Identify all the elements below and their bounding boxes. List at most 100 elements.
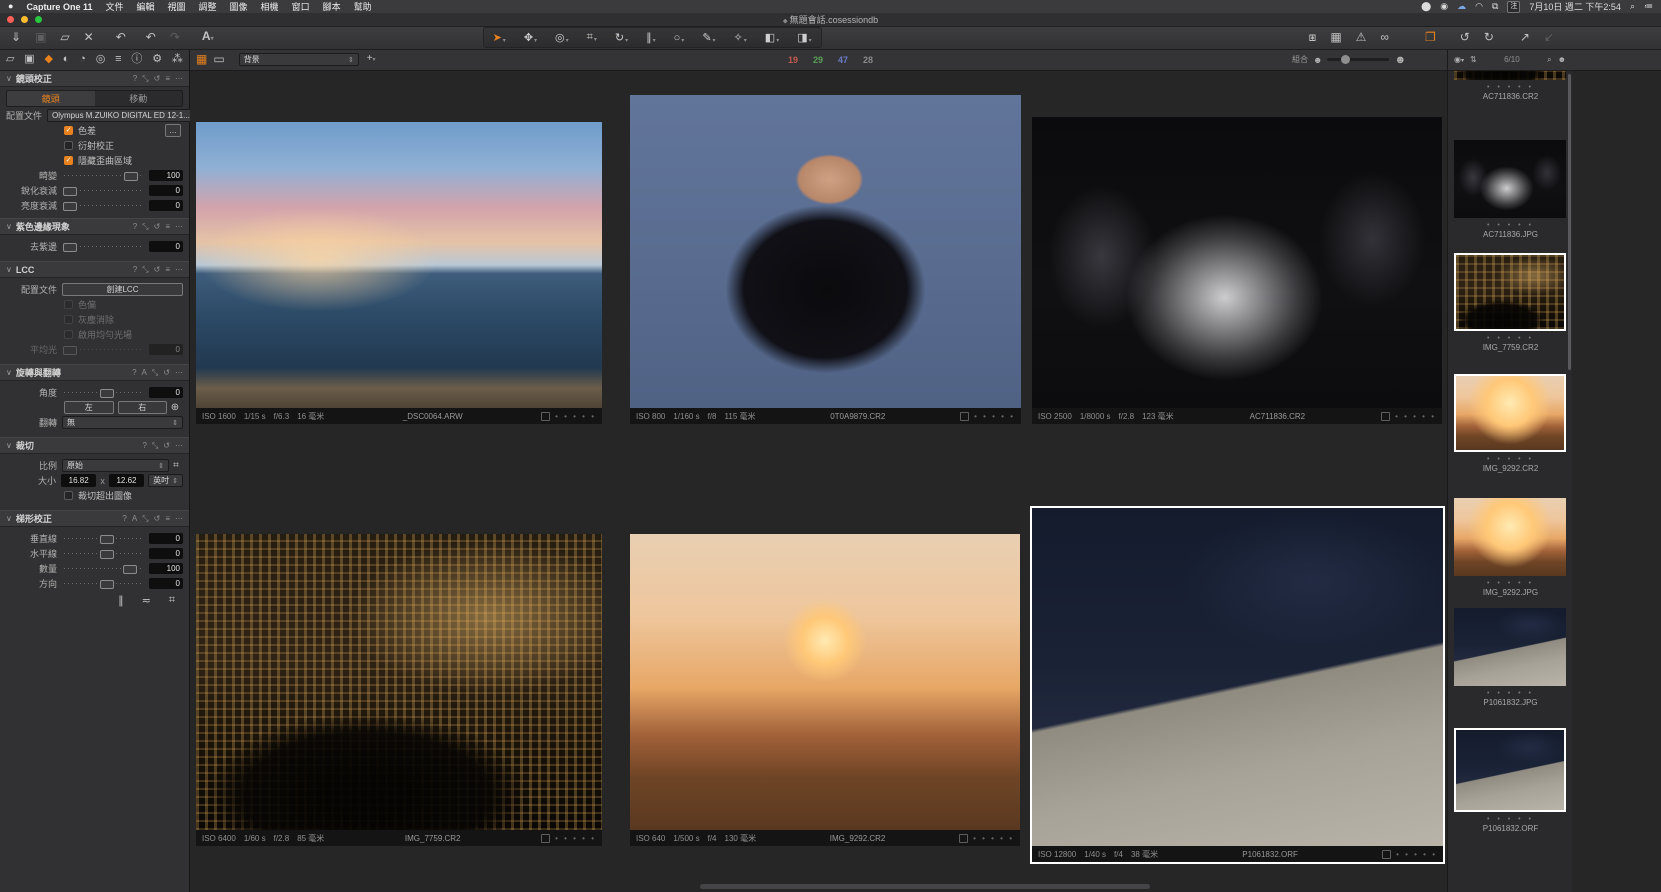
collapse-chevron-icon[interactable]: ∨ [6,514,12,523]
straighten-tool-icon[interactable]: ↻▾ [606,31,637,44]
filmstrip-item-selected[interactable]: • • • • • IMG_7759.CR2 [1448,253,1572,353]
crop-ratio-select[interactable]: 原始⇕ [62,459,169,472]
photo-cell[interactable]: ISO 16001/15 sf/6.316 毫米 _DSC0064.ARW • … [196,122,602,424]
white-balance-picker-icon[interactable]: ✧▾ [725,31,756,44]
uniform-light-value[interactable]: 0 [149,344,183,355]
annotations-icon[interactable]: ⧆ [1302,26,1324,49]
rotate-ccw-icon[interactable]: ↺ [1453,26,1477,49]
copy-adjustments-icon[interactable]: ⤡ [152,441,158,451]
import-icon[interactable]: ⇓ [4,26,28,49]
keystone-horizontal-tool-icon[interactable]: ≂ [142,594,151,607]
filmstrip-item-selected[interactable]: • • • • • IMG_9292.CR2 [1448,374,1572,474]
distortion-value[interactable]: 100 [149,170,183,181]
sort-icon[interactable]: ⇅ [1470,55,1477,64]
workflow-tab-icon[interactable]: ⁂ [172,48,183,71]
reset-icon[interactable]: ↺ [154,514,161,524]
reset-icon[interactable]: ↺ [154,222,161,232]
filter-eye-icon[interactable]: ◉▾ [1454,55,1464,64]
distortion-slider[interactable] [62,169,144,182]
keystone-direction-value[interactable]: 0 [149,578,183,589]
styles-icon[interactable]: A▾ [195,25,221,51]
wifi-icon[interactable]: ◠ [1475,0,1483,13]
delete-icon[interactable]: ✕ [77,26,101,49]
keystone-horizontal-slider[interactable] [62,547,144,560]
flip-select[interactable]: 無⇕ [62,416,183,429]
more-icon[interactable]: ⋯ [175,265,183,275]
menu-adjust[interactable]: 調整 [199,0,217,13]
straighten-crosshair-icon[interactable]: ⊕ [167,402,183,413]
help-icon[interactable]: ? [133,74,137,84]
pan-tool-icon[interactable]: ✥▾ [515,31,546,44]
photo-thumbnail-martial-arts[interactable] [1032,117,1442,408]
edit-checkbox[interactable] [1382,850,1391,859]
count-red[interactable]: 19 [788,55,798,65]
presets-icon[interactable]: ≡ [165,514,170,524]
rating-dots[interactable]: • • • • • [1395,412,1436,421]
presets-icon[interactable]: ≡ [165,74,170,84]
photo-cell[interactable]: ISO 25001/8000 sf/2.8123 毫米 AC711836.CR2… [1032,117,1442,424]
more-icon[interactable]: ⋯ [175,514,183,524]
redo-icon[interactable]: ↷ [163,26,187,49]
presets-icon[interactable]: ≡ [165,222,170,232]
edit-checkbox[interactable] [960,412,969,421]
rating-dots[interactable]: • • • • • [1448,334,1572,343]
count-green[interactable]: 29 [813,55,823,65]
exposure-tab-icon[interactable]: ◔ [79,48,86,71]
photo-cell[interactable]: ISO 64001/60 sf/2.885 毫米 IMG_7759.CR2 • … [196,534,602,846]
heal-tool-icon[interactable]: ✎▾ [693,31,724,44]
select-tool-icon[interactable]: ➤▾ [484,31,515,44]
help-icon[interactable]: ? [132,368,136,378]
keystone-amount-value[interactable]: 100 [149,563,183,574]
grid-view-icon[interactable]: ▦ [196,48,207,71]
crop-height-field[interactable]: 12.62 [109,474,144,487]
filmstrip-item[interactable]: • • • • • P1061832.JPG [1448,608,1572,708]
edit-checkbox[interactable] [541,834,550,843]
horizontal-scrollbar[interactable] [700,884,1150,889]
menu-script[interactable]: 腳本 [323,0,341,13]
lens-tab-icon[interactable]: ◆ [45,48,53,71]
reset-icon[interactable]: ↺ [154,74,161,84]
checkbox-crop-outside-image[interactable] [64,491,73,500]
copy-adjustments-icon[interactable]: ⤡ [142,514,148,524]
rating-dots[interactable]: • • • • • [1448,455,1572,464]
crop-unit-select[interactable]: 英吋⇕ [148,474,183,487]
browser-toggle-icon[interactable]: ❐ [1418,26,1443,49]
copy-adjustments-icon[interactable]: ⤡ [142,265,148,275]
more-icon[interactable]: ⋯ [175,74,183,84]
status-app-icon[interactable]: ⬤ [1421,0,1431,13]
photo-cell[interactable]: ISO 6401/500 sf/4130 毫米 IMG_9292.CR2 • •… [630,534,1020,846]
metadata-tab-icon[interactable]: ≡ [115,48,121,71]
collapse-chevron-icon[interactable]: ∨ [6,265,12,274]
loupe-tool-icon[interactable]: ◎▾ [546,31,578,44]
analyze-button[interactable]: … [165,124,181,137]
copy-adjustments-icon[interactable]: ⤡ [142,74,148,84]
uniform-light-slider[interactable] [62,343,144,356]
thumbnail-size-slider[interactable] [1327,58,1389,61]
checkbox-diffraction-correction[interactable] [64,141,73,150]
section-keystone[interactable]: ∨ 梯形校正 ?A⤡↺≡⋯ [0,510,189,527]
keystone-direction-slider[interactable] [62,577,144,590]
settings-tab-icon[interactable]: ⚙ [152,48,162,71]
menu-image[interactable]: 圖像 [230,0,248,13]
edit-checkbox[interactable] [541,412,550,421]
menu-camera[interactable]: 相機 [261,0,279,13]
defringe-value[interactable]: 0 [149,241,183,252]
menu-view[interactable]: 視圖 [168,0,186,13]
output-icon[interactable]: ▱ [53,26,76,49]
add-collection-button[interactable]: +▾ [365,47,378,72]
single-view-icon[interactable]: ▭ [213,48,224,71]
count-blue[interactable]: 47 [838,55,848,65]
checkbox-dust-removal[interactable] [64,315,73,324]
help-icon[interactable]: ? [122,514,126,524]
checkbox-color-cast[interactable] [64,300,73,309]
browser-search-icon[interactable]: ⌕ [1547,55,1551,65]
light-falloff-value[interactable]: 0 [149,200,183,211]
color-tab-icon[interactable]: ◐ [63,48,70,71]
auto-adjust-icon[interactable]: A [142,368,147,378]
create-lcc-button[interactable]: 創建LCC [62,283,183,296]
spot-tool-icon[interactable]: ○▾ [665,32,694,44]
rating-dots[interactable]: • • • • • [1448,689,1572,698]
rotate-right-button[interactable]: 右 [118,401,168,414]
capture-icon[interactable]: ▣ [28,26,53,49]
rating-dots[interactable]: • • • • • [1396,850,1437,859]
